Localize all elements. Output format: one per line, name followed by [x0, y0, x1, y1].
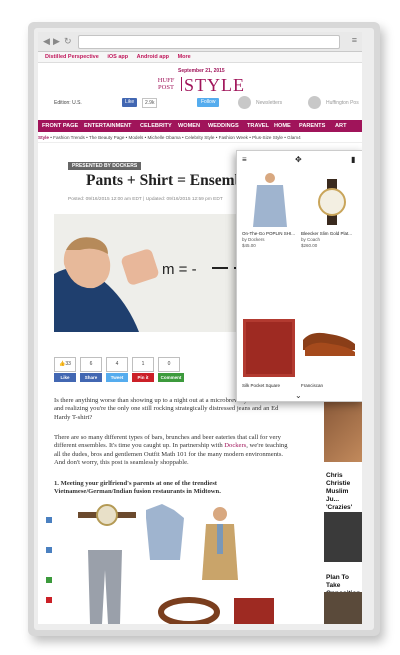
browser-screen: ◀ ▶ ↻ ≡ Distilled Perspective iOS app An… [38, 32, 362, 624]
twitter-follow-button[interactable]: Follow [197, 98, 220, 107]
nav-art[interactable]: ART [335, 120, 347, 132]
forward-icon[interactable]: ▶ [53, 36, 60, 47]
browser-toolbar: ◀ ▶ ↻ ≡ [38, 32, 362, 52]
shirt-image [146, 504, 184, 560]
sidebar-image-1[interactable] [324, 402, 362, 462]
newsletters-link[interactable]: Newsletters [256, 100, 282, 106]
nav-weddings[interactable]: WEDDINGS [208, 120, 239, 132]
product-name-1[interactable]: Bleecker Slim Gold Plat... [301, 231, 361, 236]
menu-icon[interactable]: ≡ [352, 35, 357, 45]
product-name-0[interactable]: On-The-Go POPLIN SHI... [242, 231, 298, 236]
article-subheading: 1. Meeting your girlfriend's parents at … [54, 480, 221, 496]
product-name-3[interactable]: Franciscan [301, 383, 323, 388]
main-nav: FRONT PAGE ENTERTAINMENT CELEBRITY WOMEN… [38, 120, 362, 132]
share-count-likes: 👍33 [54, 357, 76, 372]
back-icon[interactable]: ◀ [43, 36, 50, 47]
belt-image [158, 597, 220, 624]
article-paragraph-2: There are so many different types of bar… [54, 434, 288, 467]
side-tab-blue[interactable] [46, 517, 52, 523]
product-shirt-image[interactable] [245, 171, 295, 227]
pin-button[interactable]: Pin it [132, 373, 154, 382]
shopping-overlay: ≡ ✥ ▮ On-The-Go POPLIN SHI... by Dockers… [236, 150, 362, 402]
whiteboard-equation: m = - [162, 261, 197, 278]
dockers-link[interactable]: Dockers [224, 442, 246, 449]
edition-selector[interactable]: Edition: U.S. [54, 100, 82, 106]
nav-front-page[interactable]: FRONT PAGE [42, 120, 78, 132]
hamburger-icon[interactable]: ≡ [242, 155, 247, 164]
sidebar-headline-1[interactable]: Chris Christie Muslim Ju... 'Crazies' [326, 472, 362, 512]
subnav-items[interactable]: • Fashion Trends • The Beauty Page • Mod… [50, 135, 300, 140]
tweet-button[interactable]: Tweet [106, 373, 128, 382]
bookmark-more[interactable]: More [178, 54, 191, 60]
newsletter-icon[interactable] [238, 96, 251, 109]
reload-icon[interactable]: ↻ [64, 36, 72, 47]
article-headline: Pants + Shirt = Ensemble [86, 172, 255, 189]
product-price-1: $260.00 [301, 243, 318, 248]
bookmark-distilled[interactable]: Distilled Perspective [45, 54, 99, 60]
masthead-date: September 21, 2015 [178, 68, 225, 74]
chevron-down-icon[interactable]: ⌄ [295, 391, 302, 400]
product-collage [74, 500, 284, 624]
logo-huffpost[interactable]: HUFF POST [154, 77, 182, 91]
facebook-like-share-button[interactable]: Like [54, 373, 76, 382]
facebook-share-button[interactable]: Share [80, 373, 102, 382]
facebook-like-button[interactable]: Like [122, 98, 138, 107]
facebook-like-count: 2.9k [142, 98, 158, 108]
nav-celebrity[interactable]: CELEBRITY [140, 120, 172, 132]
nav-travel[interactable]: TRAVEL [247, 120, 269, 132]
sponsor-badge: PRESENTED BY DOCKERS [68, 162, 142, 170]
dockers-logo-icon: ✥ [295, 155, 302, 164]
sidebar-image-3[interactable] [324, 592, 362, 624]
share-count-pin: 1 [132, 357, 154, 372]
search-label[interactable]: Huffington Pos [326, 100, 359, 106]
share-count-tweet: 4 [106, 357, 128, 372]
shopping-bag-icon[interactable]: ▮ [351, 155, 355, 164]
watch-image [78, 504, 136, 526]
product-price-0: $45.00 [242, 243, 256, 248]
side-tab-green[interactable] [46, 577, 52, 583]
bookmark-ios[interactable]: iOS app [107, 54, 128, 60]
side-tab-blue-2[interactable] [46, 547, 52, 553]
product-pocket-square-image[interactable] [243, 319, 295, 377]
bookmarks-bar: Distilled Perspective iOS app Android ap… [38, 52, 362, 63]
model-image [202, 507, 238, 580]
nav-home[interactable]: HOME [274, 120, 291, 132]
product-shoes-image[interactable] [301, 326, 357, 356]
comment-button[interactable]: Comment [158, 373, 184, 382]
product-name-2[interactable]: Silk Pocket Square [242, 383, 280, 388]
product-brand-0: by Dockers [242, 237, 265, 242]
bookmark-android[interactable]: Android app [137, 54, 169, 60]
address-bar[interactable] [78, 35, 340, 49]
nav-parents[interactable]: PARENTS [299, 120, 325, 132]
article-byline: Posted: 09/16/2015 12:00 am EDT | Update… [68, 197, 223, 202]
share-count-comment: 0 [158, 357, 180, 372]
pocket-square-image [234, 598, 274, 624]
sub-nav: Style • Fashion Trends • The Beauty Page… [38, 133, 362, 143]
product-watch-image[interactable] [309, 179, 355, 225]
sidebar-image-2[interactable] [324, 512, 362, 562]
nav-women[interactable]: WOMEN [178, 120, 200, 132]
side-tab-red[interactable] [46, 597, 52, 603]
subnav-style[interactable]: Style [38, 135, 49, 140]
logo-section[interactable]: STYLE [184, 75, 245, 96]
product-brand-1: by Coach [301, 237, 321, 242]
search-icon[interactable] [308, 96, 321, 109]
nav-entertainment[interactable]: ENTERTAINMENT [84, 120, 131, 132]
pants-image [88, 550, 122, 624]
share-count-fb: 6 [80, 357, 102, 372]
